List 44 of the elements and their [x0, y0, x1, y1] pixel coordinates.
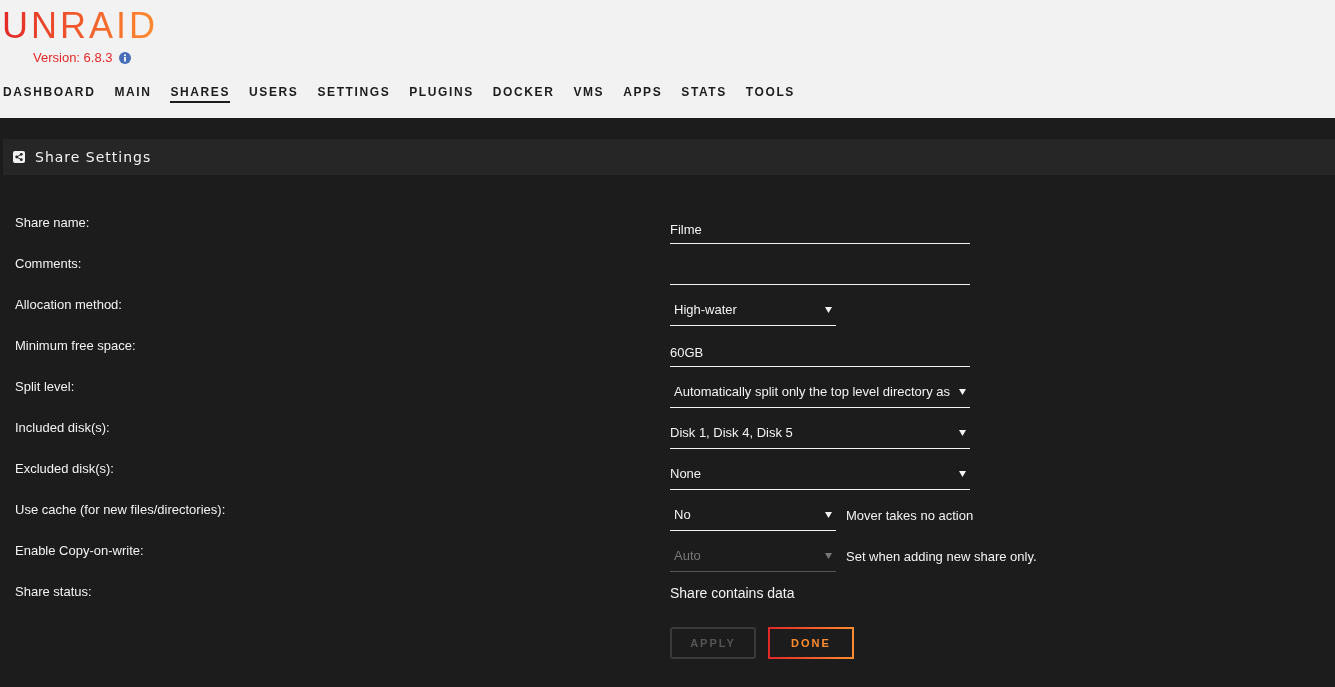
field-label: Minimum free space:	[15, 338, 137, 355]
done-button[interactable]: DONE	[768, 627, 854, 659]
field-label: Share name:	[15, 215, 91, 232]
dropdown[interactable]: Disk 1, Disk 4, Disk 5	[670, 425, 970, 449]
input-field[interactable]: 60GB	[670, 345, 970, 367]
dropdown[interactable]: High-water	[670, 302, 836, 326]
caret-icon	[825, 511, 832, 518]
nav-tab[interactable]: SETTINGS	[317, 85, 391, 103]
caret-icon	[959, 470, 966, 477]
nav-tab[interactable]: TOOLS	[745, 85, 795, 103]
share-icon	[13, 151, 25, 163]
caret-icon	[825, 552, 832, 559]
nav-tab[interactable]: PLUGINS	[409, 85, 474, 103]
nav-tab[interactable]: STATS	[681, 85, 727, 103]
field-label: Enable Copy-on-write:	[15, 543, 145, 560]
info-icon[interactable]	[118, 51, 131, 64]
field-label: Split level:	[15, 379, 76, 396]
dropdown[interactable]: No	[670, 507, 836, 531]
dropdown[interactable]: Automatically split only the top level directory as	[670, 384, 970, 408]
panel-title: Share Settings	[35, 149, 152, 165]
caret-icon	[825, 306, 832, 313]
help-text: Set when adding new share only.	[846, 549, 1037, 566]
field-label: Excluded disk(s):	[15, 461, 115, 478]
input-field[interactable]: Filme	[670, 222, 970, 244]
nav-tab[interactable]: MAIN	[114, 85, 152, 103]
nav-tab[interactable]: SHARES	[170, 85, 231, 103]
dropdown[interactable]: None	[670, 466, 970, 490]
nav-tab[interactable]: DASHBOARD	[3, 85, 96, 103]
field-label: Comments:	[15, 256, 83, 273]
field-label: Use cache (for new files/directories):	[15, 502, 227, 519]
caret-icon	[959, 388, 966, 395]
nav-tab[interactable]: APPS	[623, 85, 663, 103]
nav-tab[interactable]: VMS	[573, 85, 605, 103]
apply-button: APPLY	[670, 627, 756, 659]
caret-icon	[959, 429, 966, 436]
field-label: Share status:	[15, 584, 93, 601]
help-text: Mover takes no action	[846, 508, 974, 525]
field-label: Allocation method:	[15, 297, 123, 314]
status-text: Share contains data	[670, 585, 795, 603]
version-text: Version: 6.8.3	[33, 50, 113, 65]
nav-tab[interactable]: USERS	[249, 85, 299, 103]
nav-tab[interactable]: DOCKER	[492, 85, 555, 103]
dropdown: Auto	[670, 548, 836, 572]
field-label: Included disk(s):	[15, 420, 111, 437]
